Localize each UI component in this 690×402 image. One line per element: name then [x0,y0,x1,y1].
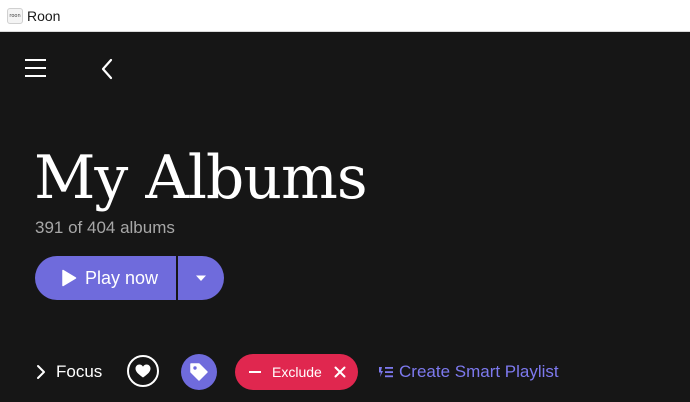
heart-icon [135,364,151,378]
smart-playlist-icon [379,367,393,378]
close-icon[interactable] [334,366,346,378]
exclude-label: Exclude [272,364,322,380]
window-titlebar: roon Roon [0,0,690,32]
focus-toggle[interactable]: Focus [36,362,102,382]
album-count: 391 of 404 albums [35,218,175,237]
play-now-label: Play now [85,267,159,288]
page-title: My Albums [34,143,368,213]
hamburger-menu-icon[interactable] [24,58,48,78]
roon-app-icon: roon [7,8,23,24]
play-button-group: Play now [35,256,224,300]
play-now-button[interactable]: Play now [35,256,176,300]
window-title: Roon [27,8,61,24]
chevron-left-icon[interactable] [98,58,116,80]
app-icon-text: roon [9,13,21,19]
tag-filter-button[interactable] [181,354,217,390]
play-options-dropdown[interactable] [178,256,224,300]
chevron-right-icon [37,365,45,379]
play-icon [62,269,77,287]
focus-label: Focus [56,362,103,381]
exclude-filter-chip[interactable]: Exclude [235,354,358,390]
create-smart-playlist-link[interactable]: Create Smart Playlist [378,362,559,382]
create-smart-playlist-label: Create Smart Playlist [399,362,559,381]
favorites-filter-button[interactable] [127,355,159,387]
tag-icon [190,363,208,381]
caret-down-icon [196,275,206,281]
minus-icon [249,371,261,373]
